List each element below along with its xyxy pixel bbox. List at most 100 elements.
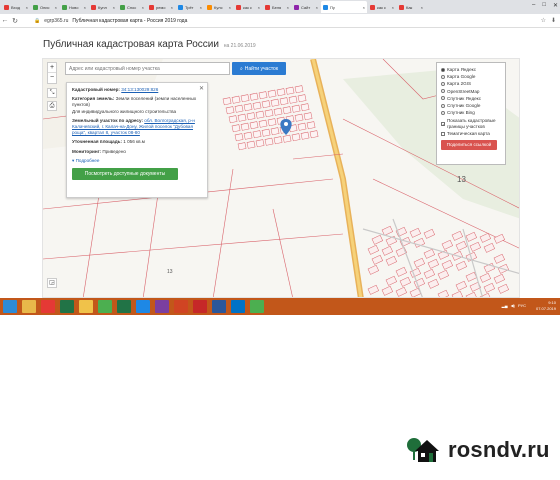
tab-close-icon[interactable]: × xyxy=(84,5,88,10)
land-parcel[interactable] xyxy=(246,140,256,149)
chrome-icon[interactable] xyxy=(98,300,112,313)
browser-tab[interactable]: Опис × xyxy=(31,1,59,13)
land-parcel[interactable] xyxy=(465,231,478,242)
tab-close-icon[interactable]: × xyxy=(55,5,59,10)
land-parcel[interactable] xyxy=(423,268,436,279)
fullscreen-icon[interactable]: ◲ xyxy=(47,278,57,288)
land-parcel[interactable] xyxy=(267,118,277,127)
land-parcel[interactable] xyxy=(222,97,232,106)
url-field[interactable]: 🔒 egrp365.ru Публичная кадастровая карта… xyxy=(34,18,187,24)
chrome-icon[interactable] xyxy=(250,300,264,313)
land-parcel[interactable] xyxy=(294,85,304,94)
land-parcel[interactable] xyxy=(381,285,394,296)
land-parcel[interactable] xyxy=(469,241,482,252)
layer-option[interactable]: Спутник Bing xyxy=(441,109,501,116)
land-parcel[interactable] xyxy=(479,272,492,283)
land-parcel[interactable] xyxy=(409,227,422,238)
tab-close-icon[interactable]: × xyxy=(26,5,30,10)
yandex-icon[interactable] xyxy=(41,300,55,313)
back-icon[interactable]: ← xyxy=(0,17,10,24)
land-parcel[interactable] xyxy=(437,269,450,280)
browser-tab[interactable]: Ново × xyxy=(60,1,88,13)
land-parcel[interactable] xyxy=(282,134,292,143)
land-parcel[interactable] xyxy=(441,239,454,250)
search-input[interactable] xyxy=(65,62,230,75)
minimize-icon[interactable]: – xyxy=(532,2,535,9)
land-parcel[interactable] xyxy=(451,290,464,298)
land-parcel[interactable] xyxy=(300,131,310,140)
tab-close-icon[interactable]: × xyxy=(363,5,367,10)
browser-tab[interactable]: Кулс × xyxy=(205,1,233,13)
land-parcel[interactable] xyxy=(228,115,238,124)
layer-option[interactable]: OpenStreetMap xyxy=(441,88,501,95)
land-parcel[interactable] xyxy=(367,244,380,255)
tab-close-icon[interactable]: × xyxy=(113,5,117,10)
land-parcel[interactable] xyxy=(240,122,250,131)
tab-close-icon[interactable]: × xyxy=(392,5,396,10)
browser-tab[interactable]: Как × xyxy=(397,1,425,13)
land-parcel[interactable] xyxy=(270,98,280,107)
browser-tab[interactable]: Беля × xyxy=(263,1,291,13)
land-parcel[interactable] xyxy=(465,271,478,282)
land-parcel[interactable] xyxy=(225,106,235,115)
download-icon[interactable]: ⬇ xyxy=(551,17,556,24)
land-parcel[interactable] xyxy=(309,130,319,139)
tab-close-icon[interactable]: × xyxy=(258,5,262,10)
land-parcel[interactable] xyxy=(249,92,259,101)
land-parcel[interactable] xyxy=(282,106,292,115)
land-parcel[interactable] xyxy=(427,258,440,269)
browser-tab[interactable]: Трёт × xyxy=(176,1,204,13)
volume-icon[interactable]: ◀) xyxy=(511,303,515,308)
land-parcel[interactable] xyxy=(255,110,265,119)
tab-close-icon[interactable]: × xyxy=(171,5,175,10)
tab-close-icon[interactable]: × xyxy=(142,5,146,10)
tab-close-icon[interactable]: × xyxy=(200,5,204,10)
land-parcel[interactable] xyxy=(249,121,259,130)
land-parcel[interactable] xyxy=(288,95,298,104)
land-parcel[interactable] xyxy=(258,119,268,128)
land-parcel[interactable] xyxy=(455,280,468,291)
land-parcel[interactable] xyxy=(252,130,262,139)
land-parcel[interactable] xyxy=(234,104,244,113)
cadastral-borders-checkbox[interactable]: ✓ Показать кадастровые границы участков xyxy=(441,118,501,129)
word-icon[interactable] xyxy=(212,300,226,313)
browser-tab[interactable]: Спос × xyxy=(118,1,146,13)
browser-tab[interactable]: как с × xyxy=(368,1,396,13)
land-parcel[interactable] xyxy=(300,103,310,112)
land-parcel[interactable] xyxy=(252,101,262,110)
zoom-out-button[interactable]: − xyxy=(48,73,56,83)
share-link-button[interactable]: Поделиться ссылкой xyxy=(441,139,497,150)
browser-tab[interactable]: Вход × xyxy=(2,1,30,13)
land-parcel[interactable] xyxy=(367,264,380,275)
land-parcel[interactable] xyxy=(231,95,241,104)
explorer-icon[interactable] xyxy=(79,300,93,313)
land-parcel[interactable] xyxy=(231,124,241,133)
layer-option[interactable]: Карта Яндекс xyxy=(441,66,501,73)
close-icon[interactable]: ✕ xyxy=(553,2,558,9)
layer-option[interactable]: Спутник Яндекс xyxy=(441,95,501,102)
land-parcel[interactable] xyxy=(246,112,256,121)
windows-icon[interactable] xyxy=(3,300,17,313)
land-parcel[interactable] xyxy=(279,97,289,106)
land-parcel[interactable] xyxy=(385,275,398,286)
folder-icon[interactable] xyxy=(22,300,36,313)
land-parcel[interactable] xyxy=(240,94,250,103)
land-parcel[interactable] xyxy=(427,278,440,289)
tab-close-icon[interactable]: × xyxy=(421,5,425,10)
browser-tab[interactable]: Сайт × xyxy=(292,1,320,13)
language-indicator[interactable]: РУС xyxy=(518,303,526,308)
print-icon[interactable]: ⎙ xyxy=(47,101,57,111)
land-parcel[interactable] xyxy=(276,88,286,97)
powerpoint-icon[interactable] xyxy=(174,300,188,313)
layer-option[interactable]: Карта Google xyxy=(441,73,501,80)
land-parcel[interactable] xyxy=(273,136,283,145)
more-details-link[interactable]: ▾ Подробнее xyxy=(72,158,202,164)
land-parcel[interactable] xyxy=(395,286,408,297)
outlook-icon[interactable] xyxy=(231,300,245,313)
land-parcel[interactable] xyxy=(261,128,271,137)
land-parcel[interactable] xyxy=(493,253,506,264)
land-parcel[interactable] xyxy=(423,248,436,259)
land-parcel[interactable] xyxy=(273,107,283,116)
land-parcel[interactable] xyxy=(441,259,454,270)
land-parcel[interactable] xyxy=(395,266,408,277)
